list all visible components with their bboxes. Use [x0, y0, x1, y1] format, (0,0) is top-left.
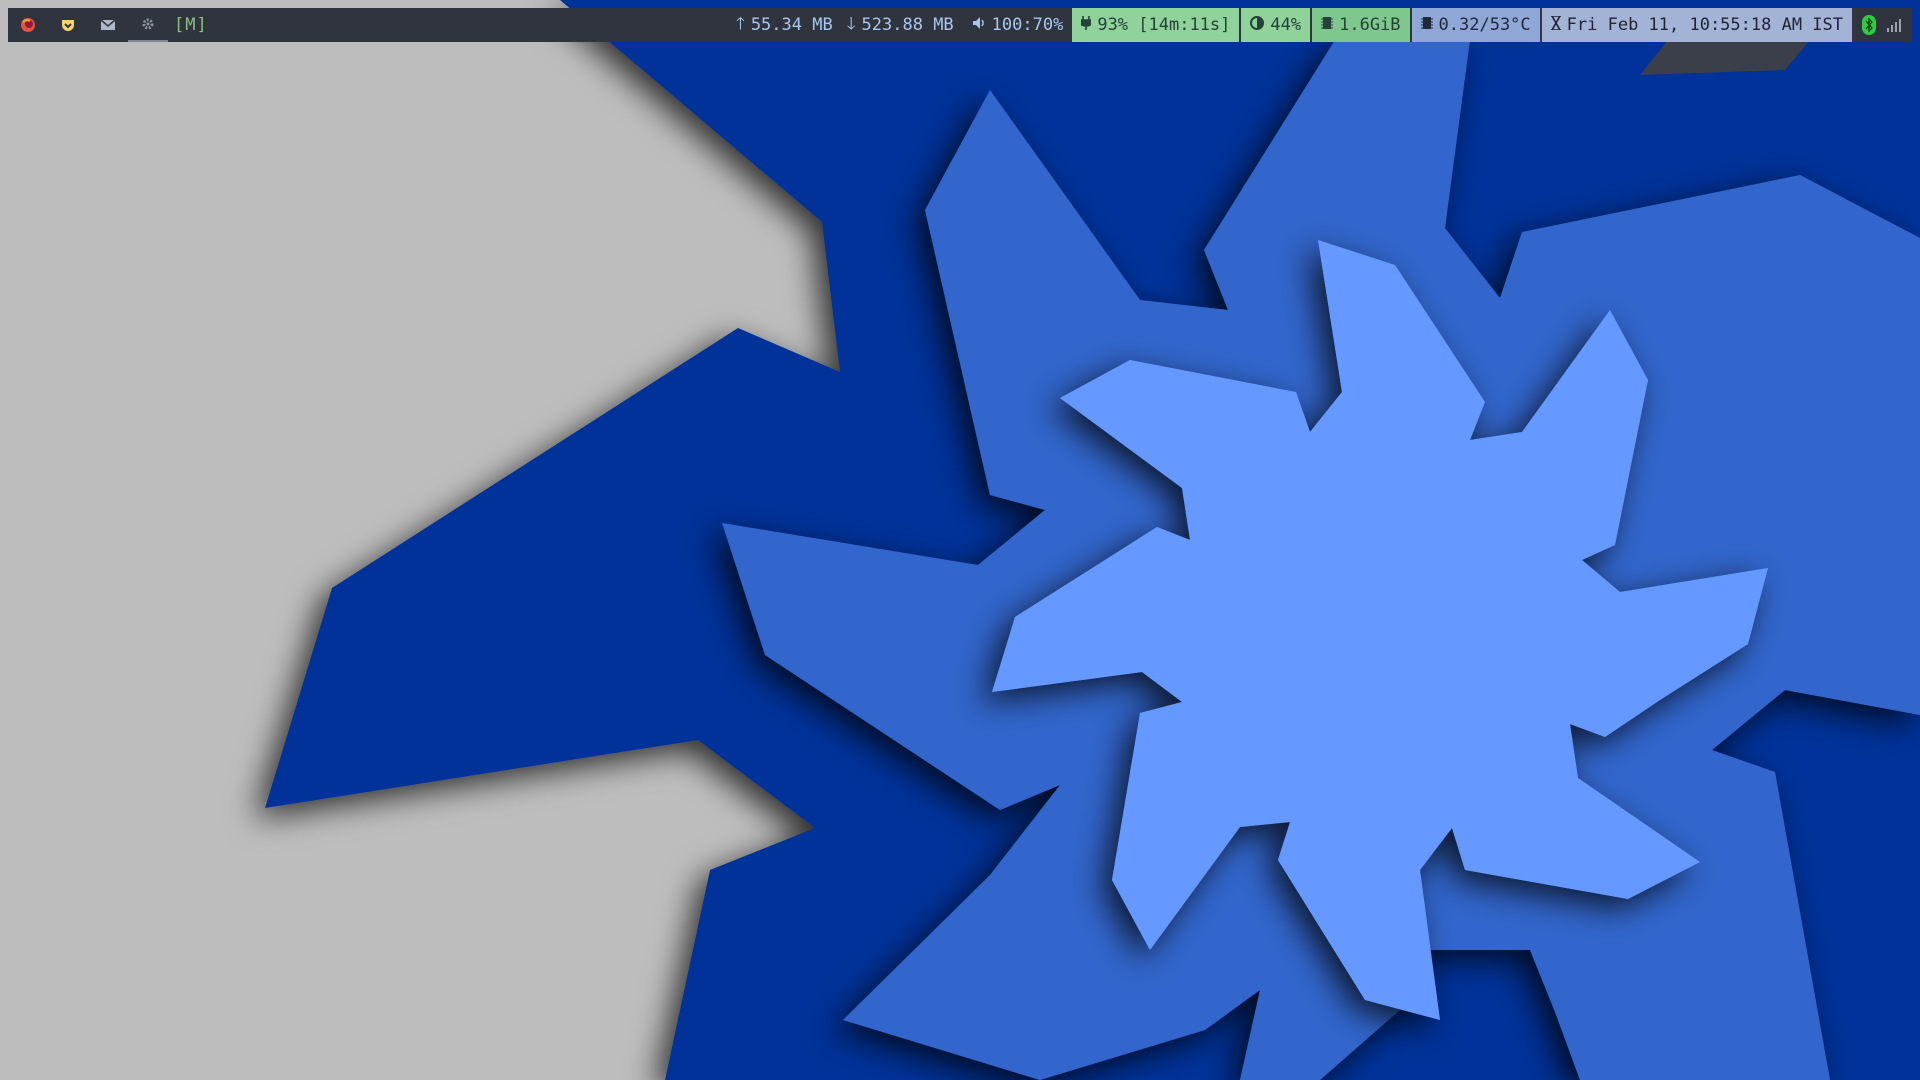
firefox-icon [20, 17, 36, 33]
network-module[interactable]: 🡑 55.34 MB 🡓 523.88 MB [727, 8, 963, 42]
memory-usage: 1.6GiB [1339, 15, 1401, 35]
speaker-icon [972, 15, 986, 35]
cpu-module[interactable]: 0.32/53°C [1411, 8, 1540, 42]
plug-icon [1080, 15, 1093, 35]
bluetooth-icon[interactable] [1862, 15, 1876, 35]
system-tray [1852, 8, 1912, 42]
battery-module[interactable]: 93% [14m:11s] [1072, 8, 1240, 42]
wm-mode-indicator: [M] [174, 15, 208, 35]
memory-chip-icon [1321, 15, 1334, 35]
workspace-area: [M] [8, 8, 208, 42]
workspace-pocket[interactable] [48, 8, 88, 42]
download-arrow-icon: 🡓 [846, 13, 856, 34]
upload-arrow-icon: 🡑 [735, 13, 745, 34]
hourglass-icon [1550, 15, 1561, 35]
volume-module[interactable]: 100:70% [963, 8, 1073, 42]
workspace-firefox[interactable] [8, 8, 48, 42]
workspace-settings[interactable] [128, 8, 168, 42]
datetime-text: Fri Feb 11, 10:55:18 AM IST [1566, 15, 1843, 35]
brightness-module[interactable]: 44% [1241, 8, 1311, 42]
signal-icon[interactable] [1886, 18, 1902, 32]
status-bar: [M] 🡑 55.34 MB 🡓 523.88 MB 100:70% 93% [… [8, 8, 1912, 42]
brightness-icon [1250, 15, 1265, 35]
cpu-chip-icon [1420, 15, 1433, 35]
desktop-wallpaper [0, 0, 1920, 1080]
network-upload: 55.34 MB [750, 15, 833, 35]
settings-icon [140, 16, 156, 32]
wallpaper-top-edge [1640, 40, 1810, 75]
battery-level: 93% [14m:11s] [1097, 15, 1231, 35]
cpu-load-temp: 0.32/53°C [1438, 15, 1531, 35]
memory-module[interactable]: 1.6GiB [1312, 8, 1410, 42]
status-modules: 🡑 55.34 MB 🡓 523.88 MB 100:70% 93% [14m:… [727, 8, 1912, 42]
brightness-level: 44% [1270, 15, 1302, 35]
pocket-icon [60, 17, 76, 33]
volume-level: 100:70% [991, 15, 1064, 35]
mail-icon [100, 18, 116, 32]
datetime-module[interactable]: Fri Feb 11, 10:55:18 AM IST [1541, 8, 1852, 42]
network-download: 523.88 MB [861, 15, 954, 35]
workspace-mail[interactable] [88, 8, 128, 42]
